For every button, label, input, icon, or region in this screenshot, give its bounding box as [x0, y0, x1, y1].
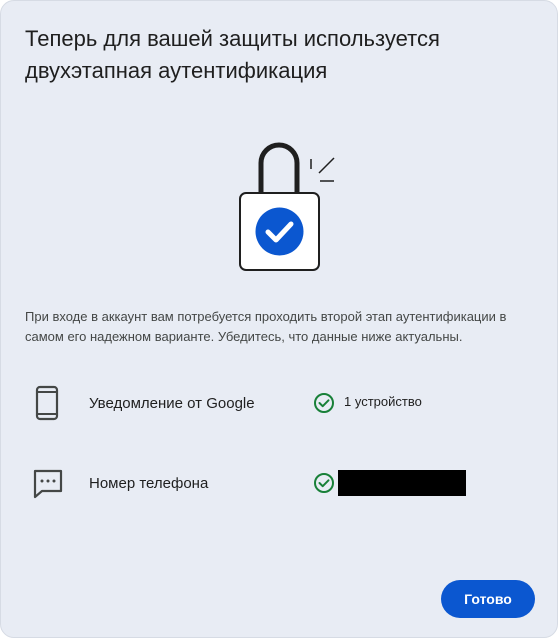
method-label: Номер телефона: [89, 475, 209, 492]
check-circle-icon: [314, 393, 334, 413]
sms-message-icon: [33, 469, 63, 499]
smartphone-icon: [35, 385, 59, 421]
lock-check-illustration: [239, 142, 335, 271]
dialog-title: Теперь для вашей защиты используется дву…: [25, 26, 440, 83]
method-row-phone-number: Номер телефона: [25, 463, 535, 503]
method-label: Уведомление от Google: [89, 395, 255, 412]
check-circle-icon: [314, 473, 334, 493]
dialog-description: При входе в аккаунт вам потребуется прох…: [25, 309, 507, 344]
method-row-google-prompt: Уведомление от Google 1 устройство: [25, 383, 535, 423]
method-status: 1 устройство: [344, 394, 422, 409]
done-button[interactable]: Готово: [441, 580, 535, 618]
redacted-phone-number: [338, 470, 466, 496]
two-step-verification-dialog: Теперь для вашей защиты используется дву…: [0, 0, 558, 638]
